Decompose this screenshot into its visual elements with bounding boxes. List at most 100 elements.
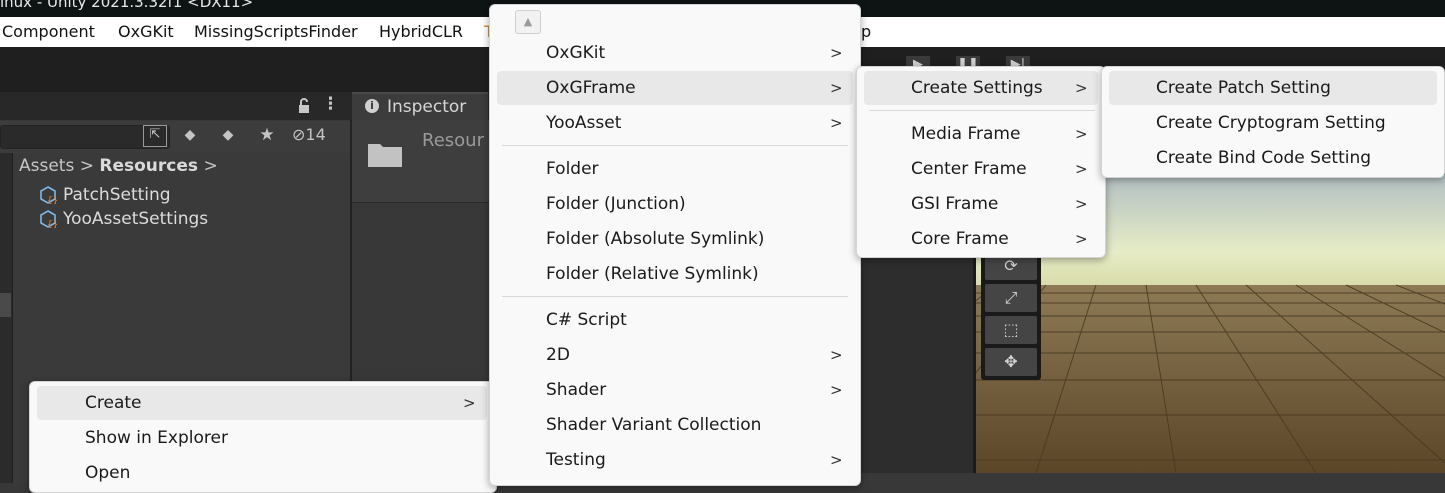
chevron-right-icon: > (463, 394, 476, 412)
menu-oxgkit[interactable]: OxGKit (118, 22, 174, 41)
chevron-right-icon: > (830, 381, 843, 399)
open-search-window-button[interactable]: ⇱ (143, 125, 167, 147)
menu-item-folder-junction[interactable]: Folder (Junction) (497, 187, 853, 221)
scriptable-object-icon: {} (40, 186, 57, 204)
tag-icon: ◆ (222, 127, 234, 143)
menu-item-label: Folder (Relative Symlink) (546, 264, 759, 284)
menu-item-create-patch-setting[interactable]: Create Patch Setting (1109, 71, 1437, 105)
triangle-up-icon: ▲ (523, 15, 533, 28)
menu-item-label: C# Script (546, 310, 627, 330)
tab-inspector[interactable]: i Inspector (352, 92, 488, 120)
folder-tree-scroll-thumb[interactable] (0, 293, 11, 317)
menu-item-label: Open (85, 463, 131, 483)
menu-item-create-settings[interactable]: Create Settings > (864, 71, 1098, 105)
asset-label: YooAssetSettings (63, 209, 209, 229)
inspector-folder-name: Resour (422, 130, 484, 151)
menu-item-label: YooAsset (546, 113, 622, 133)
external-link-icon: ⇱ (149, 127, 161, 142)
menu-item-shader[interactable]: Shader > (497, 373, 853, 407)
chevron-right-icon: > (830, 451, 843, 469)
menu-item-yooasset[interactable]: YooAsset > (497, 106, 853, 140)
folder-icon (368, 144, 402, 167)
rect-icon: ⬚ (1003, 320, 1019, 339)
transform-tool-button[interactable]: ✥ (985, 348, 1037, 376)
lock-icon[interactable] (296, 98, 312, 114)
favorite-button[interactable]: ★ (256, 124, 278, 146)
tab-inspector-label: Inspector (387, 97, 467, 117)
menu-item-csharp-script[interactable]: C# Script (497, 303, 853, 337)
asset-yooasset-settings[interactable]: {} YooAssetSettings (40, 209, 209, 229)
menu-item-label: Testing (546, 450, 606, 470)
scene-tools-overlay: ⟳ ⤢ ⬚ ✥ (981, 250, 1041, 380)
more-options-icon[interactable]: ⋮ (322, 94, 339, 114)
menu-item-folder-relative-symlink[interactable]: Folder (Relative Symlink) (497, 257, 853, 291)
menu-item-oxgframe[interactable]: OxGFrame > (497, 71, 853, 105)
project-folder-tree[interactable] (0, 153, 13, 483)
filter-by-type-button[interactable]: ◆ (179, 124, 201, 146)
menu-item-label: OxGFrame (546, 78, 636, 98)
filter-by-label-button[interactable]: ◆ (217, 124, 239, 146)
breadcrumb-resources[interactable]: Resources (99, 156, 198, 176)
menu-item-label: Core Frame (911, 229, 1009, 249)
asset-label: PatchSetting (63, 185, 171, 205)
create-settings-submenu: Create Patch Setting Create Cryptogram S… (1101, 66, 1445, 178)
menu-item-core-frame[interactable]: Core Frame > (864, 222, 1098, 256)
breadcrumb-separator: > (79, 156, 94, 176)
oxgframe-submenu: Create Settings > Media Frame > Center F… (856, 66, 1106, 258)
asset-patch-setting[interactable]: {} PatchSetting (40, 185, 171, 205)
rect-tool-button[interactable]: ⬚ (985, 316, 1037, 344)
menu-item-show-in-explorer[interactable]: Show in Explorer (37, 421, 487, 455)
menu-item-label: Shader (546, 380, 607, 400)
scale-icon: ⤢ (1004, 288, 1018, 307)
menu-item-create[interactable]: Create > (37, 386, 487, 420)
menu-item-label: Create Cryptogram Setting (1156, 113, 1386, 133)
menu-item-label: 2D (546, 345, 570, 365)
menu-item-create-cryptogram-setting[interactable]: Create Cryptogram Setting (1109, 106, 1437, 140)
info-icon: i (365, 99, 379, 113)
hidden-count: 14 (305, 125, 326, 144)
menu-item-label: GSI Frame (911, 194, 999, 214)
menu-item-center-frame[interactable]: Center Frame > (864, 152, 1098, 186)
menu-item-oxgkit[interactable]: OxGKit > (497, 36, 853, 70)
hidden-packages-toggle[interactable]: ⊘14 (292, 124, 344, 146)
menu-item-folder-absolute-symlink[interactable]: Folder (Absolute Symlink) (497, 222, 853, 256)
rotate-icon: ⟳ (1004, 256, 1018, 275)
menu-help-partial[interactable]: p (861, 22, 871, 41)
menu-item-label: Create Bind Code Setting (1156, 148, 1372, 168)
menu-item-label: Media Frame (911, 124, 1021, 144)
menu-item-label: Folder (546, 159, 599, 179)
menu-item-testing[interactable]: Testing > (497, 443, 853, 477)
menu-item-label: Shader Variant Collection (546, 415, 762, 435)
menu-item-2d[interactable]: 2D > (497, 338, 853, 372)
svg-text:{}: {} (47, 196, 57, 204)
shapes-icon: ◆ (184, 127, 196, 143)
breadcrumb-trail[interactable]: > (203, 156, 217, 176)
chevron-right-icon: > (1075, 79, 1088, 97)
project-search-bar: ⇱ ◆ ◆ ★ ⊘14 (0, 121, 350, 153)
menu-item-folder[interactable]: Folder (497, 152, 853, 186)
chevron-right-icon: > (1075, 160, 1088, 178)
chevron-right-icon: > (830, 114, 843, 132)
menu-divider (502, 296, 848, 297)
menu-hybridclr[interactable]: HybridCLR (379, 22, 463, 41)
menu-component[interactable]: Component (2, 22, 95, 41)
menu-missing-scripts-finder[interactable]: MissingScriptsFinder (194, 22, 358, 41)
scroll-up-button[interactable]: ▲ (515, 10, 541, 34)
menu-divider (869, 110, 1095, 111)
chevron-right-icon: > (830, 346, 843, 364)
menu-item-media-frame[interactable]: Media Frame > (864, 117, 1098, 151)
menu-item-gsi-frame[interactable]: GSI Frame > (864, 187, 1098, 221)
create-submenu: ▲ OxGKit > OxGFrame > YooAsset > Folder … (489, 4, 861, 486)
chevron-right-icon: > (1075, 230, 1088, 248)
menu-item-shader-variant-collection[interactable]: Shader Variant Collection (497, 408, 853, 442)
project-window-header: ⋮ (0, 92, 350, 120)
breadcrumb-assets[interactable]: Assets (19, 156, 74, 176)
menu-item-open[interactable]: Open (37, 456, 487, 490)
chevron-right-icon: > (830, 79, 843, 97)
menu-divider (502, 145, 848, 146)
menu-item-create-bind-code-setting[interactable]: Create Bind Code Setting (1109, 141, 1437, 175)
scale-tool-button[interactable]: ⤢ (985, 284, 1037, 312)
eye-slash-icon: ⊘ (292, 125, 306, 144)
menu-item-label: Folder (Junction) (546, 194, 686, 214)
scriptable-object-icon: {} (40, 210, 57, 228)
